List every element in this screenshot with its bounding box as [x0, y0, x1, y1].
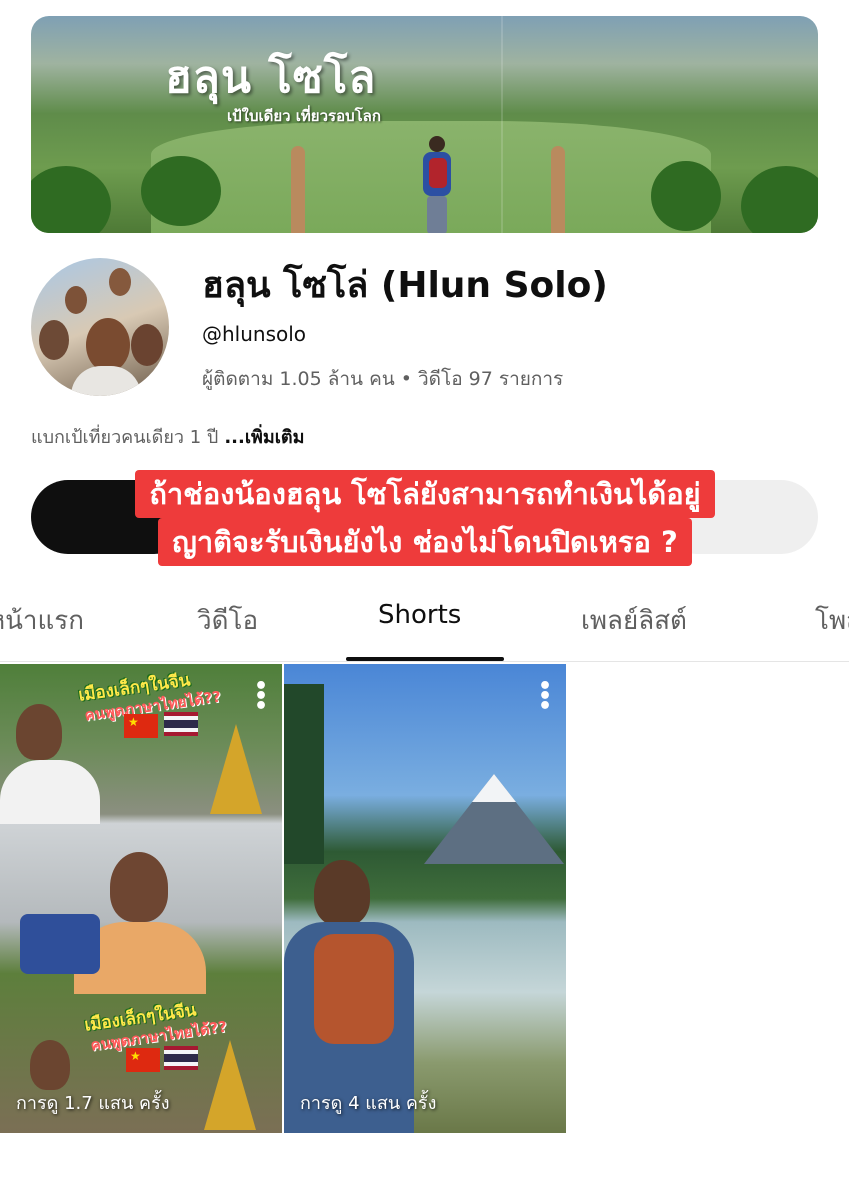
channel-tabs: หน้าแรก วิดีโอ Shorts เพลย์ลิสต์ โพสต์ [0, 590, 849, 662]
banner-bush [141, 156, 221, 226]
china-flag-icon [126, 1048, 160, 1072]
short-card[interactable]: • • • การดู 4 แสน ครั้ง [284, 664, 566, 1133]
short-view-count: การดู 1.7 แสน ครั้ง [16, 1093, 170, 1114]
banner-path [551, 146, 565, 233]
active-tab-indicator [346, 657, 504, 661]
person-graphic [314, 860, 370, 926]
tab-playlists[interactable]: เพลย์ลิสต์ [581, 600, 687, 641]
banner-path [291, 146, 305, 233]
thailand-flag-icon [164, 712, 198, 736]
channel-stats: ผู้ติดตาม 1.05 ล้าน คน • วิดีโอ 97 รายการ [202, 364, 563, 394]
overlay-line-2: ญาติจะรับเงินยังไง ช่องไม่โดนปิดเหรอ ? [158, 518, 692, 566]
overlay-line-1: ถ้าช่องน้องฮลุน โซโล่ยังสามารถทำเงินได้อ… [135, 470, 715, 518]
channel-name: ฮลุน โซโล่ (Hlun Solo) [202, 265, 608, 306]
channel-avatar[interactable] [31, 258, 169, 396]
description-text: แบกเป้เที่ยวคนเดียว 1 ปี [31, 427, 219, 448]
banner-subtitle: เป้ใบเดียว เที่ยวรอบโลก [227, 107, 381, 125]
banner-bush [651, 161, 721, 231]
channel-description[interactable]: แบกเป้เที่ยวคนเดียว 1 ปี ...เพิ่มเติม [31, 422, 304, 451]
channel-handle: @hlunsolo [202, 322, 307, 346]
pagoda-graphic [210, 724, 262, 814]
banner-hiker [419, 136, 455, 233]
china-flag-icon [124, 714, 158, 738]
mountain-snow-graphic [472, 774, 516, 802]
scarf-graphic [314, 934, 394, 1044]
thailand-flag-icon [164, 1046, 198, 1070]
person-graphic [16, 704, 62, 760]
pagoda-graphic [204, 1040, 256, 1130]
more-vert-icon[interactable]: • • • [538, 676, 552, 718]
more-vert-icon[interactable]: • • • [254, 676, 268, 718]
banner-bush [31, 166, 111, 233]
person-graphic [0, 760, 100, 824]
short-view-count: การดู 4 แสน ครั้ง [300, 1093, 437, 1114]
tab-home[interactable]: หน้าแรก [0, 600, 84, 641]
banner-divider [501, 16, 503, 233]
tab-videos[interactable]: วิดีโอ [197, 600, 258, 641]
banner-bush [741, 166, 818, 233]
subscriber-count: ผู้ติดตาม 1.05 ล้าน คน [202, 368, 395, 390]
banner-title: ฮลุน โซโล [165, 52, 377, 103]
person-graphic [110, 852, 168, 922]
tab-shorts[interactable]: Shorts [378, 600, 461, 630]
stats-separator: • [400, 368, 412, 390]
short-card[interactable]: เมืองเล็กๆในจีน คนพูดภาษาไทยได้?? เมืองเ… [0, 664, 282, 1133]
seats-graphic [20, 914, 100, 974]
more-link[interactable]: ...เพิ่มเติม [224, 427, 304, 448]
tab-posts[interactable]: โพสต์ [815, 600, 849, 641]
person-graphic [30, 1040, 70, 1090]
video-count: วิดีโอ 97 รายการ [417, 368, 564, 390]
tree-graphic [284, 684, 324, 864]
channel-banner: ฮลุน โซโล เป้ใบเดียว เที่ยวรอบโลก [31, 16, 818, 233]
overlay-caption: ถ้าช่องน้องฮลุน โซโล่ยังสามารถทำเงินได้อ… [62, 470, 788, 566]
